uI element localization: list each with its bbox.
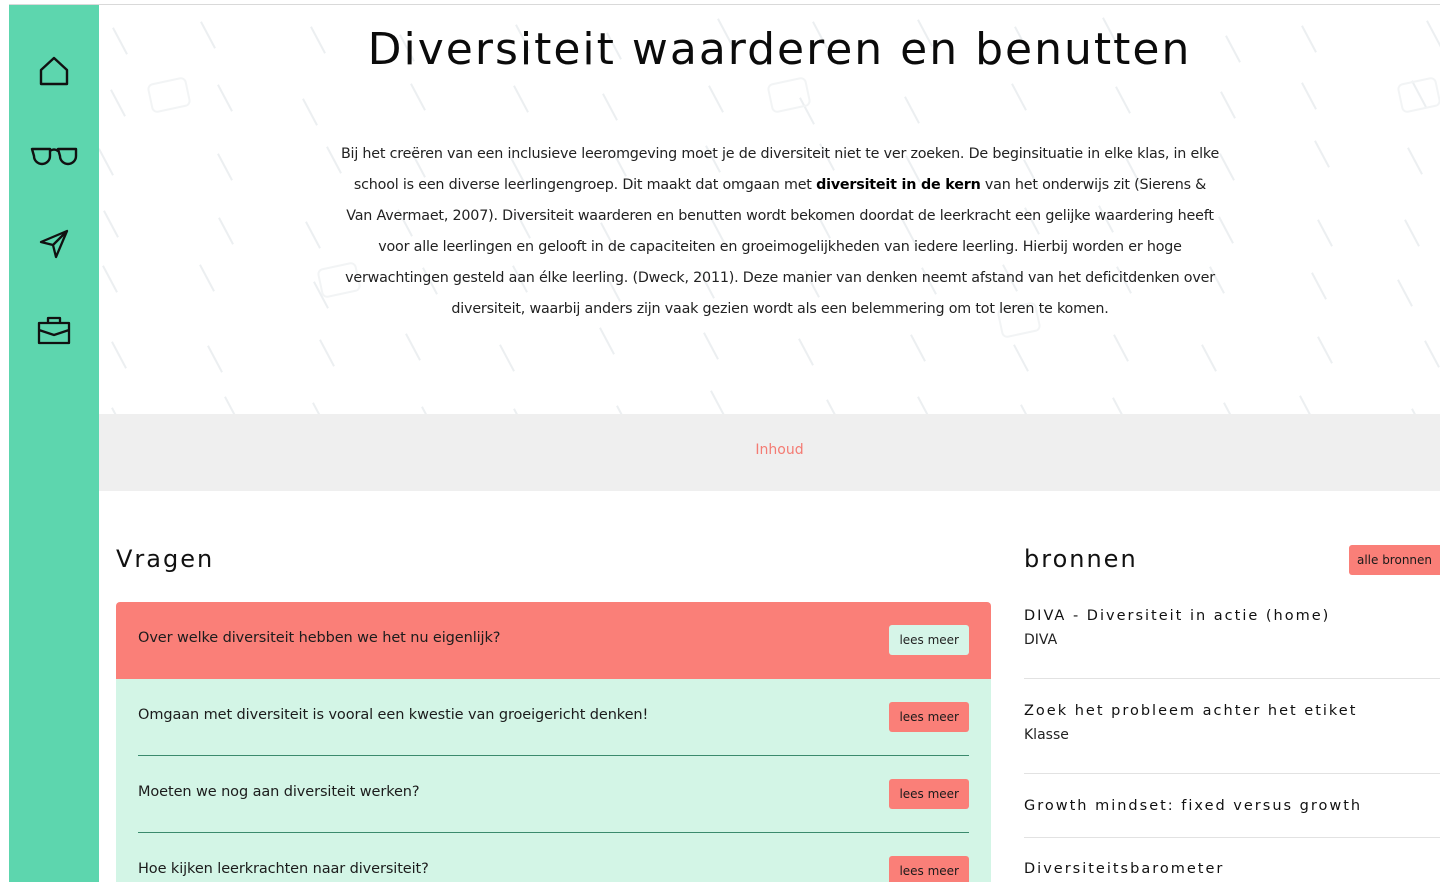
question-item[interactable]: Hoe kijken leerkrachten naar diversiteit… (116, 833, 991, 882)
pattern-stroke (110, 341, 127, 369)
pattern-stroke (1301, 82, 1318, 111)
pattern-shape (1396, 76, 1440, 114)
pattern-stroke (1218, 216, 1235, 244)
source-item[interactable]: Diversiteitsbarometer (1024, 838, 1440, 882)
source-subtitle: DIVA (1024, 632, 1058, 648)
inhoud-link[interactable]: Inhoud (99, 442, 1440, 458)
pattern-stroke (702, 332, 719, 360)
pattern-stroke (410, 82, 427, 111)
pattern-stroke (305, 221, 321, 249)
sidebar (9, 5, 99, 882)
nav-briefcase[interactable] (9, 300, 99, 360)
pattern-stroke (904, 95, 921, 124)
pattern-stroke (318, 339, 335, 367)
vragen-list: Over welke diversiteit hebben we het nu … (116, 602, 991, 882)
intro-part-2: van het onderwijs zit (Sierens & Van Ave… (345, 177, 1215, 317)
intro-text: Bij het creëren van een inclusieve leero… (340, 139, 1220, 325)
nav-send[interactable] (9, 214, 99, 274)
question-text: Moeten we nog aan diversiteit werken? (138, 784, 420, 800)
pattern-stroke (1406, 147, 1423, 175)
pattern-stroke (707, 85, 724, 113)
pattern-stroke (1313, 140, 1330, 169)
pattern-stroke (103, 210, 120, 238)
pattern-stroke (1397, 279, 1414, 307)
vragen-title: Vragen (116, 545, 215, 573)
pattern-stroke (1311, 272, 1328, 300)
pattern-stroke (916, 396, 933, 414)
question-text: Over welke diversiteit hebben we het nu … (138, 630, 501, 646)
pattern-stroke (513, 84, 530, 113)
lees-meer-button[interactable]: lees meer (889, 779, 969, 809)
pattern-stroke (599, 327, 616, 356)
intro-emphasis: diversiteit in de kern (816, 177, 981, 193)
window-left-border (0, 0, 9, 882)
nav-home[interactable] (9, 41, 99, 101)
pattern-stroke (1019, 403, 1036, 414)
page-title: Diversiteit waarderen en benutten (367, 24, 1192, 75)
pattern-stroke (1219, 153, 1236, 181)
pattern-stroke (910, 333, 927, 362)
bronnen-title: bronnen (1024, 545, 1138, 573)
source-title[interactable]: Growth mindset: fixed versus growth (1024, 798, 1440, 814)
content-band: Inhoud (99, 414, 1440, 491)
question-item[interactable]: Omgaan met diversiteit is vooral een kwe… (116, 679, 991, 756)
pattern-stroke (302, 97, 319, 126)
source-title[interactable]: Zoek het probleem achter het etiket (1024, 703, 1440, 719)
pattern-stroke (1013, 344, 1030, 372)
pattern-stroke (1316, 336, 1333, 364)
source-item[interactable]: DIVA - Diversiteit in actie (home) DIVA (1024, 596, 1440, 679)
question-item[interactable]: Moeten we nog aan diversiteit werken? le… (116, 756, 991, 833)
pattern-stroke (311, 402, 328, 414)
pattern-shape (146, 76, 192, 114)
source-title[interactable]: Diversiteitsbarometer (1024, 861, 1440, 877)
lees-meer-button[interactable]: lees meer (889, 702, 969, 732)
pattern-stroke (601, 93, 618, 122)
source-item[interactable]: Zoek het probleem achter het etiket Klas… (1024, 679, 1440, 774)
briefcase-icon (36, 314, 72, 346)
bronnen-list: DIVA - Diversiteit in actie (home) DIVA … (1024, 596, 1440, 882)
lees-meer-button[interactable]: lees meer (889, 856, 969, 882)
pattern-stroke (223, 396, 240, 414)
pattern-stroke (499, 343, 516, 372)
pattern-stroke (199, 264, 216, 293)
pattern-stroke (99, 148, 115, 176)
pattern-stroke (405, 333, 421, 361)
lees-meer-button[interactable]: lees meer (889, 625, 969, 655)
pattern-stroke (616, 404, 632, 414)
source-subtitle: Klasse (1024, 727, 1069, 743)
pattern-stroke (102, 265, 118, 293)
question-text: Omgaan met diversiteit is vooral een kwe… (138, 707, 649, 723)
pattern-stroke (1223, 402, 1240, 414)
source-title[interactable]: DIVA - Diversiteit in actie (home) (1024, 608, 1440, 624)
glasses-icon (30, 144, 78, 168)
pattern-stroke (1316, 219, 1333, 248)
pattern-stroke (1424, 339, 1440, 368)
pattern-stroke (1403, 218, 1420, 247)
paper-plane-icon (38, 228, 70, 260)
pattern-stroke (207, 344, 224, 373)
pattern-stroke (1112, 334, 1129, 363)
pattern-stroke (1298, 395, 1315, 414)
pattern-stroke (217, 217, 234, 245)
pattern-stroke (1112, 397, 1128, 414)
question-item[interactable]: Over welke diversiteit hebben we het nu … (116, 602, 991, 679)
pattern-stroke (1219, 91, 1236, 119)
pattern-stroke (1200, 344, 1217, 372)
pattern-stroke (1115, 86, 1132, 114)
pattern-stroke (1011, 83, 1028, 111)
alle-bronnen-button[interactable]: alle bronnen (1349, 545, 1440, 575)
pattern-stroke (420, 406, 437, 414)
source-item[interactable]: Growth mindset: fixed versus growth (1024, 774, 1440, 838)
pattern-stroke (826, 399, 843, 414)
question-text: Hoe kijken leerkrachten naar diversiteit… (138, 861, 429, 877)
pattern-stroke (797, 338, 814, 366)
pattern-stroke (109, 89, 126, 117)
nav-glasses[interactable] (9, 126, 99, 186)
pattern-stroke (217, 153, 234, 181)
pattern-stroke (710, 389, 727, 414)
home-icon (37, 54, 71, 88)
pattern-stroke (217, 83, 234, 112)
